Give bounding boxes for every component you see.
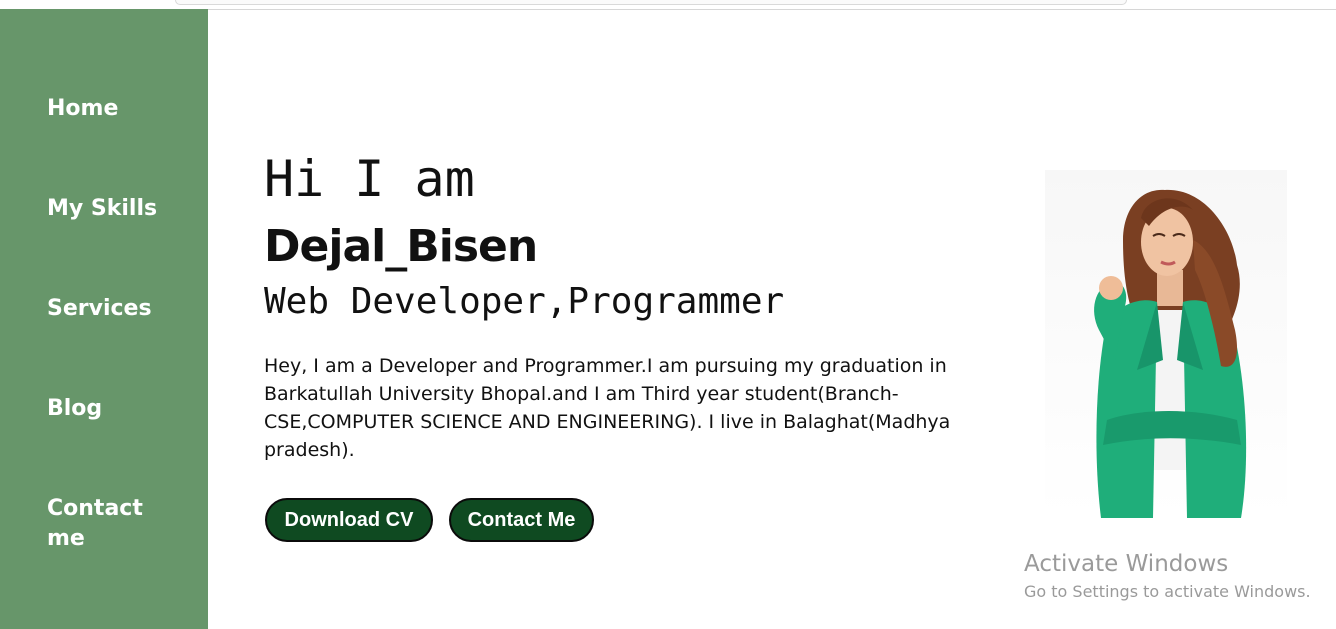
profile-photo <box>1045 170 1287 518</box>
nav-item-home[interactable]: Home <box>47 94 187 124</box>
nav-item-my-skills[interactable]: My Skills <box>47 194 187 224</box>
hero-greeting: Hi I am <box>264 150 475 208</box>
sidebar-nav: Home My Skills Services Blog Contact me <box>0 9 208 629</box>
contact-me-button[interactable]: Contact Me <box>449 498 594 542</box>
hero-role: Web Developer,Programmer <box>264 281 785 322</box>
browser-address-area[interactable] <box>175 0 1127 5</box>
activate-windows-subtitle: Go to Settings to activate Windows. <box>1024 582 1311 601</box>
nav-item-services[interactable]: Services <box>47 294 187 324</box>
nav-item-blog[interactable]: Blog <box>47 394 187 424</box>
hero-name: Dejal_Bisen <box>264 221 538 272</box>
hero-bio: Hey, I am a Developer and Programmer.I a… <box>264 355 951 461</box>
activate-windows-title: Activate Windows <box>1024 551 1229 577</box>
download-cv-button[interactable]: Download CV <box>265 498 433 542</box>
woman-portrait-illustration <box>1094 189 1247 518</box>
windows-activation-watermark: Activate Windows Go to Settings to activ… <box>1024 549 1311 604</box>
nav-item-contact-me[interactable]: Contact me <box>47 494 157 554</box>
